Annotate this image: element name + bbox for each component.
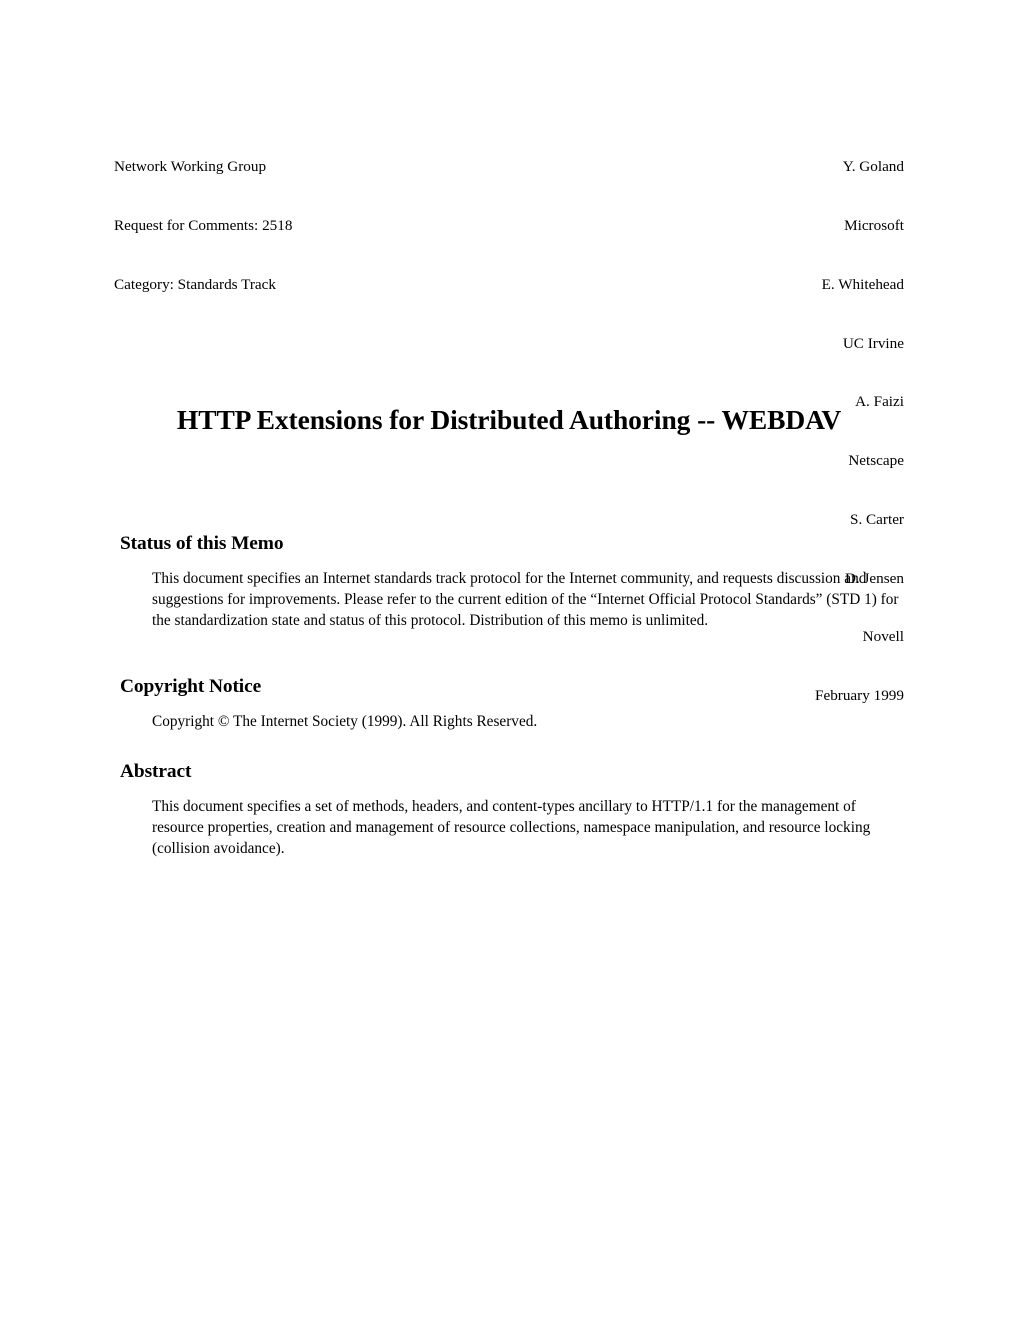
abstract-paragraph: This document specifies a set of methods… — [152, 798, 871, 858]
rfc-metadata-column: Network Working Group Request for Commen… — [114, 118, 292, 334]
section-heading-abstract: Abstract — [120, 761, 192, 782]
author-line-2: E. Whitehead — [821, 275, 904, 293]
section-heading-status: Status of this Memo — [120, 533, 284, 554]
section-body-status: This document specifies an Internet stan… — [152, 568, 906, 632]
section-heading-copyright: Copyright Notice — [120, 676, 262, 697]
author-line-1: Y. Goland — [842, 158, 904, 176]
section-abstract: Abstract This document specifies a set o… — [120, 760, 906, 860]
affiliation-line-1: Microsoft — [844, 216, 904, 234]
copyright-paragraph: Copyright © The Internet Society (1999).… — [152, 713, 538, 730]
working-group-line: Network Working Group — [114, 158, 267, 176]
document-page: Network Working Group Request for Commen… — [0, 0, 1020, 1320]
status-paragraph: This document specifies an Internet stan… — [152, 570, 899, 630]
section-body-copyright: Copyright © The Internet Society (1999).… — [152, 711, 906, 732]
page-title: HTTP Extensions for Distributed Authorin… — [176, 404, 842, 435]
category-line: Category: Standards Track — [114, 275, 276, 293]
affiliation-line-3: Netscape — [848, 452, 904, 470]
section-body-abstract: This document specifies a set of methods… — [152, 796, 906, 860]
rfc-number-line: Request for Comments: 2518 — [114, 216, 293, 234]
section-status-of-this-memo: Status of this Memo This document specif… — [120, 532, 906, 632]
section-copyright-notice: Copyright Notice Copyright © The Interne… — [120, 675, 906, 732]
author-line-4: S. Carter — [850, 510, 904, 528]
affiliation-line-2: UC Irvine — [842, 334, 904, 352]
